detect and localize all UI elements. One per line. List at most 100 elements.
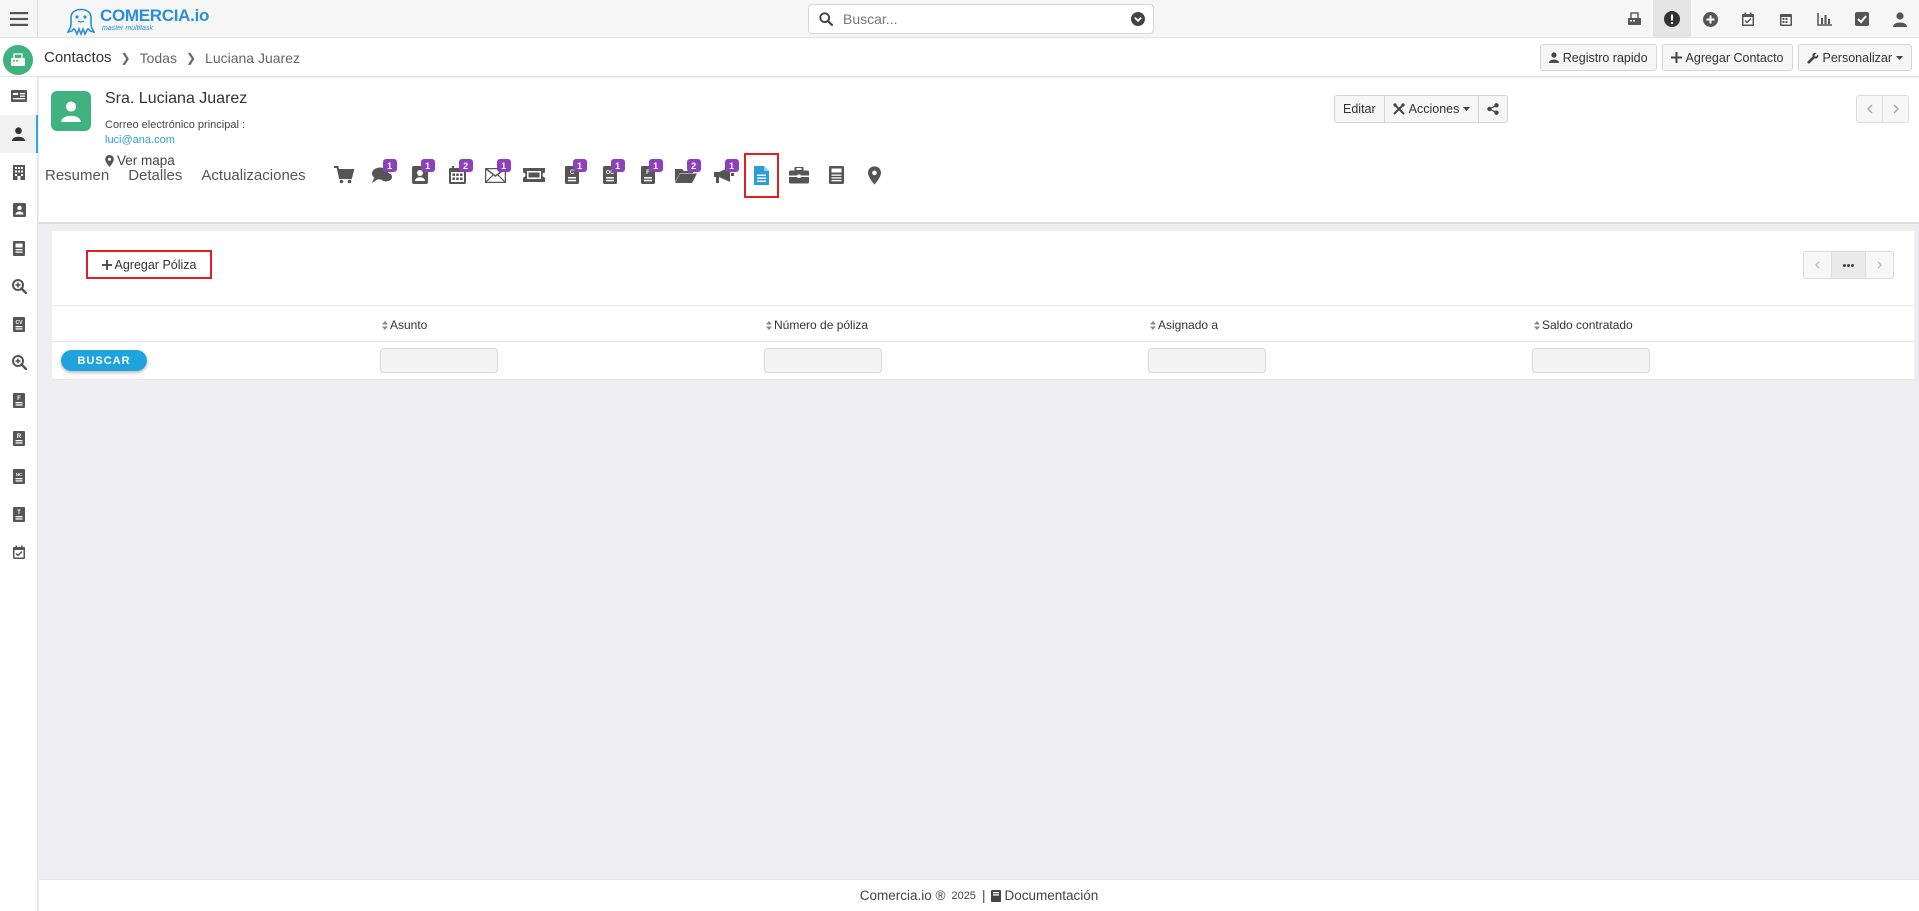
map-marker-icon[interactable] — [856, 160, 894, 190]
tab-badge: 1 — [610, 159, 625, 172]
policy-document-icon[interactable] — [743, 152, 779, 198]
previous-record-button[interactable] — [1856, 95, 1883, 123]
actions-label: Acciones — [1408, 102, 1460, 116]
documentation-link[interactable]: Documentación — [991, 888, 1098, 903]
contracted-balance-filter-input[interactable] — [1532, 348, 1650, 373]
hamburger-menu-icon[interactable] — [0, 0, 38, 38]
search-button[interactable]: BUSCAR — [61, 350, 147, 371]
bar-chart-icon[interactable] — [1805, 0, 1843, 38]
top-bar: COMERCIA.io master multitask — [0, 0, 1919, 38]
email-label: Correo electrónico principal : — [105, 119, 246, 131]
column-label: Asignado a — [1158, 318, 1219, 332]
add-policy-label: Agregar Póliza — [114, 257, 197, 272]
svg-text:T: T — [17, 510, 21, 516]
user-icon[interactable] — [1881, 0, 1919, 38]
calculator-icon[interactable] — [818, 160, 856, 190]
quick-register-button[interactable]: Registro rapido — [1539, 44, 1657, 71]
contact-card-icon[interactable]: 1 — [401, 159, 439, 190]
page-next-button[interactable] — [1865, 251, 1894, 279]
breadcrumb-bar: Contactos ❯ Todas ❯ Luciana Juarez Regis… — [0, 38, 1919, 77]
page-more-button[interactable] — [1831, 251, 1866, 279]
search-input[interactable] — [833, 11, 1131, 27]
customize-button[interactable]: Personalizar — [1797, 44, 1912, 71]
building-icon[interactable] — [0, 153, 38, 191]
caret-down-icon — [1896, 55, 1903, 60]
assigned-to-filter-input[interactable] — [1148, 348, 1266, 373]
invoice-icon[interactable]: F 1 — [629, 159, 667, 190]
column-header-assigned-to[interactable]: Asignado a — [1150, 318, 1218, 332]
receipt-icon[interactable]: R — [0, 419, 38, 457]
edit-button[interactable]: Editar — [1334, 95, 1385, 123]
record-tabs: Resumen Detalles Actualizaciones 1 1 2 1… — [45, 152, 894, 198]
breadcrumb-view[interactable]: Todas — [140, 50, 177, 66]
column-label: Número de póliza — [774, 318, 869, 332]
document-icon[interactable] — [0, 229, 38, 267]
tab-badge: 1 — [496, 159, 511, 172]
tab-badge: 2 — [686, 159, 701, 172]
briefcase-icon[interactable] — [780, 160, 818, 190]
add-policy-button[interactable]: Agregar Póliza — [86, 250, 212, 279]
share-button[interactable] — [1478, 95, 1509, 123]
ellipsis-icon — [1843, 263, 1854, 267]
quote-icon[interactable]: C 1 — [553, 159, 591, 190]
breadcrumb-module[interactable]: Contactos — [44, 49, 112, 66]
chevron-right-icon: ❯ — [120, 50, 131, 65]
tab-details[interactable]: Detalles — [128, 167, 182, 184]
quick-register-label: Registro rapido — [1562, 50, 1648, 65]
plus-icon — [101, 259, 112, 270]
calendar-check-icon[interactable] — [0, 533, 38, 571]
search-plus-icon[interactable] — [0, 267, 38, 305]
column-label: Saldo contratado — [1542, 318, 1633, 332]
calendar-check-icon[interactable] — [1729, 0, 1767, 38]
policy-number-filter-input[interactable] — [764, 348, 882, 373]
chevron-down-circle-icon[interactable] — [1131, 12, 1145, 26]
folder-icon[interactable]: 2 — [667, 159, 705, 190]
column-header-policy-number[interactable]: Número de póliza — [766, 318, 868, 332]
plus-circle-icon[interactable] — [1691, 0, 1729, 38]
megaphone-icon[interactable]: 1 — [705, 159, 743, 190]
chevron-left-icon — [1866, 104, 1873, 114]
ticket-icon[interactable] — [515, 160, 553, 190]
subject-filter-input[interactable] — [380, 348, 498, 373]
order-icon[interactable]: OC 1 — [591, 159, 629, 190]
column-header-contracted-balance[interactable]: Saldo contratado — [1534, 318, 1633, 332]
next-record-button[interactable] — [1882, 95, 1909, 123]
invoice-icon[interactable]: F — [0, 381, 38, 419]
quote-icon[interactable]: CV — [0, 305, 38, 343]
page-previous-button[interactable] — [1803, 251, 1832, 279]
search-plus-icon[interactable] — [0, 343, 38, 381]
tab-updates[interactable]: Actualizaciones — [201, 167, 305, 184]
email-icon[interactable]: 1 — [477, 159, 515, 190]
note-icon[interactable]: NC — [0, 457, 38, 495]
fax-icon[interactable] — [1615, 0, 1653, 38]
email-link[interactable]: luci@ana.com — [105, 134, 175, 146]
share-icon — [1487, 103, 1500, 115]
tab-summary[interactable]: Resumen — [45, 167, 109, 184]
chevron-right-icon: ❯ — [185, 50, 197, 65]
contacts-module-icon[interactable] — [3, 45, 33, 75]
address-book-icon[interactable] — [0, 191, 38, 229]
chevron-right-icon — [1877, 261, 1882, 269]
tab-badge: 1 — [420, 159, 435, 172]
calendar-icon[interactable] — [1767, 0, 1805, 38]
breadcrumb: Contactos ❯ Todas ❯ Luciana Juarez — [44, 49, 300, 66]
contact-icon[interactable] — [0, 115, 38, 153]
form-icon[interactable]: T — [0, 495, 38, 533]
id-card-icon[interactable] — [0, 77, 38, 115]
pagination — [1803, 251, 1894, 279]
global-search — [808, 4, 1154, 34]
calendar-icon[interactable]: 2 — [439, 159, 477, 190]
cart-icon[interactable] — [325, 160, 363, 190]
actions-button[interactable]: Acciones — [1383, 95, 1480, 123]
checkbox-icon[interactable] — [1843, 0, 1881, 38]
add-contact-button[interactable]: Agregar Contacto — [1661, 44, 1793, 71]
tab-badge: 2 — [458, 159, 473, 172]
octopus-logo-icon — [66, 8, 96, 36]
alert-icon[interactable] — [1653, 0, 1691, 38]
edit-label: Editar — [1343, 102, 1376, 116]
tools-icon — [1392, 103, 1405, 115]
column-label: Asunto — [390, 318, 428, 332]
comments-icon[interactable]: 1 — [363, 159, 401, 190]
column-header-subject[interactable]: Asunto — [382, 318, 427, 332]
brand-logo[interactable]: COMERCIA.io master multitask — [66, 1, 209, 37]
